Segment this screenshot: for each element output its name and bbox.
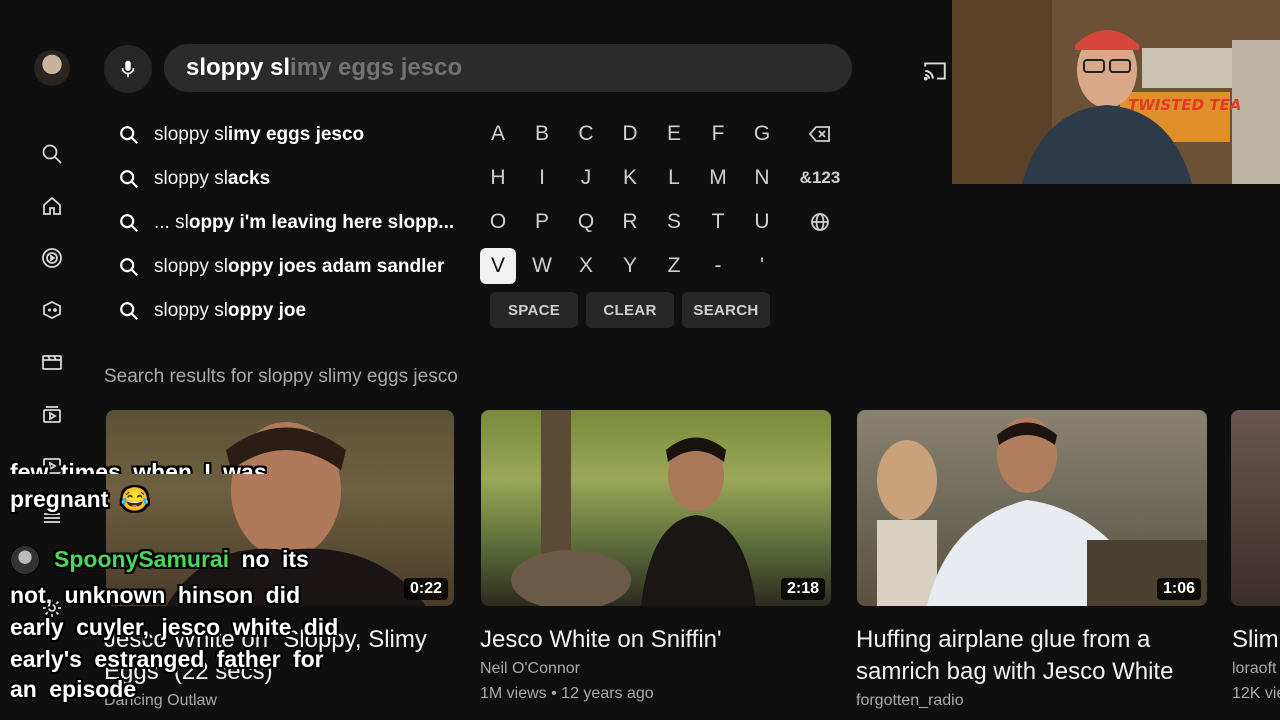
key-t[interactable]: T [700, 204, 736, 240]
search-icon [120, 302, 139, 321]
search-icon [120, 126, 139, 145]
chat-message-line: early cuyler, jesco white did [10, 614, 339, 640]
sign-text: TWISTED TEA [1128, 96, 1242, 114]
video-channel: Neil O'Connor [480, 660, 580, 677]
key-z[interactable]: Z [656, 248, 692, 284]
key-l[interactable]: L [656, 160, 692, 196]
chat-message-line: early's estranged father for [10, 646, 324, 672]
video-channel: forgotten_radio [856, 692, 964, 709]
search-input[interactable]: sloppy sl imy eggs jesco [164, 44, 852, 92]
suggestion-item[interactable]: sloppy sl acks [118, 164, 458, 194]
key-w[interactable]: W [524, 248, 560, 284]
suggestion-item[interactable]: sloppy sl imy eggs jesco [118, 120, 458, 150]
search-icon [120, 258, 139, 277]
search-autocomplete-text: imy eggs jesco [290, 54, 463, 81]
search-key[interactable]: SEARCH [682, 292, 770, 328]
key-d[interactable]: D [612, 116, 648, 152]
video-title[interactable]: Jesco White on Sniffin' [480, 624, 830, 656]
key-p[interactable]: P [524, 204, 560, 240]
video-meta: 12K vie [1232, 685, 1280, 702]
duration-badge: 0:22 [403, 578, 448, 600]
chat-message-partial: few times when I was [10, 459, 267, 474]
chat-avatar [10, 545, 40, 575]
voice-search-button[interactable] [104, 45, 152, 93]
library-icon[interactable] [38, 400, 66, 428]
video-channel: loraoft [1232, 660, 1277, 677]
duration-badge: 1:06 [1156, 578, 1201, 600]
key-v[interactable]: V [480, 248, 516, 284]
key-c[interactable]: C [568, 116, 604, 152]
key-x[interactable]: X [568, 248, 604, 284]
key-apostrophe[interactable]: ' [744, 248, 780, 284]
search-icon[interactable] [38, 140, 66, 168]
gaming-icon[interactable] [38, 296, 66, 324]
backspace-icon [808, 126, 830, 142]
suggestion-item[interactable]: ... sl oppy i'm leaving here slopp... [118, 208, 458, 238]
key-f[interactable]: F [700, 116, 736, 152]
key-g[interactable]: G [744, 116, 780, 152]
key-a[interactable]: A [480, 116, 516, 152]
key-s[interactable]: S [656, 204, 692, 240]
results-heading: Search results for sloppy slimy eggs jes… [104, 366, 458, 387]
key-n[interactable]: N [744, 160, 780, 196]
video-title[interactable]: Huffing airplane glue from a samrich bag… [856, 624, 1206, 688]
key-e[interactable]: E [656, 116, 692, 152]
key-u[interactable]: U [744, 204, 780, 240]
key-h[interactable]: H [480, 160, 516, 196]
subscriptions-icon[interactable] [38, 244, 66, 272]
key-b[interactable]: B [524, 116, 560, 152]
chat-message-line: an episode [10, 676, 137, 702]
chat-username: SpoonySamurai [54, 546, 230, 572]
space-key[interactable]: SPACE [490, 292, 578, 328]
duration-badge: 2:18 [780, 578, 825, 600]
key-y[interactable]: Y [612, 248, 648, 284]
video-thumbnail[interactable]: 2:18 [481, 410, 831, 606]
key-m[interactable]: M [700, 160, 736, 196]
microphone-icon [121, 60, 135, 78]
key-r[interactable]: R [612, 204, 648, 240]
key-j[interactable]: J [568, 160, 604, 196]
chat-entry: SpoonySamurai no its [54, 544, 309, 575]
home-icon[interactable] [38, 192, 66, 220]
backspace-key[interactable] [802, 116, 838, 152]
suggestion-item[interactable]: sloppy sl oppy joe [118, 296, 458, 326]
person-figure [877, 417, 1207, 606]
globe-icon [811, 213, 829, 231]
key-q[interactable]: Q [568, 204, 604, 240]
chat-message-line: pregnant 😂 [10, 486, 150, 512]
language-key[interactable] [802, 204, 838, 240]
chat-message-line: not, unknown hinson did [10, 582, 301, 608]
streamer-figure [952, 0, 1280, 184]
key-o[interactable]: O [480, 204, 516, 240]
clear-key[interactable]: CLEAR [586, 292, 674, 328]
search-typed-text: sloppy sl [186, 54, 291, 81]
search-icon [120, 214, 139, 233]
key-k[interactable]: K [612, 160, 648, 196]
key-hyphen[interactable]: - [700, 248, 736, 284]
suggestion-item[interactable]: sloppy sl oppy joes adam sandler [118, 252, 458, 282]
video-title[interactable]: Slim [1232, 624, 1280, 656]
video-thumbnail[interactable]: 1:06 [857, 410, 1207, 606]
movies-icon[interactable] [38, 348, 66, 376]
video-meta: 1M views • 12 years ago [480, 685, 654, 702]
video-thumbnail[interactable] [1231, 410, 1280, 606]
key-i[interactable]: I [524, 160, 560, 196]
person-figure [166, 422, 426, 606]
webcam-overlay: TWISTED TEA [952, 0, 1280, 184]
search-icon [120, 170, 139, 189]
cast-icon[interactable] [922, 58, 948, 84]
symbols-key[interactable]: &123 [790, 160, 850, 196]
video-thumbnail[interactable]: 0:22 [106, 410, 454, 606]
account-avatar[interactable] [34, 50, 70, 86]
person-figure [511, 410, 756, 606]
chat-message-line: no its [241, 546, 309, 572]
